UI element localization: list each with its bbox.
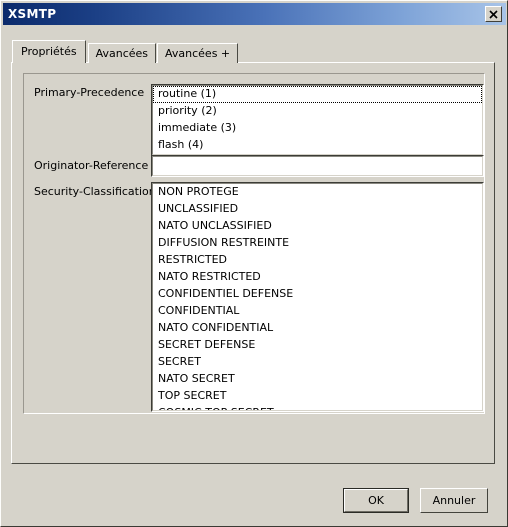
security-classification-listbox[interactable]: NON PROTEGE UNCLASSIFIED NATO UNCLASSIFI… [151,182,484,412]
originator-reference-label: Originator-Reference [34,159,149,172]
list-item[interactable]: priority (2) [153,103,482,120]
list-item[interactable]: NATO UNCLASSIFIED [153,218,482,235]
list-item[interactable]: CONFIDENTIAL [153,303,482,320]
cancel-button-label: Annuler [432,494,476,507]
list-item[interactable]: NATO SECRET [153,371,482,388]
tab-strip: Propriétés Avancées Avancées + [12,40,239,63]
primary-precedence-listbox[interactable]: routine (1) priority (2) immediate (3) f… [151,84,484,156]
originator-reference-field[interactable] [151,155,484,177]
tab-avancees[interactable]: Avancées [87,43,157,63]
list-item[interactable]: NON PROTEGE [153,184,482,201]
ok-button-face: OK [344,489,408,512]
window-title: XSMTP [8,7,57,21]
originator-reference-input[interactable] [153,157,482,175]
cancel-button[interactable]: Annuler [420,488,488,513]
close-button[interactable] [485,6,502,22]
list-item[interactable]: flash (4) [153,137,482,154]
list-item[interactable]: NATO RESTRICTED [153,269,482,286]
title-bar[interactable]: XSMTP [3,3,506,25]
list-item[interactable]: CONFIDENTIEL DEFENSE [153,286,482,303]
list-item[interactable]: immediate (3) [153,120,482,137]
list-item[interactable]: NATO CONFIDENTIAL [153,320,482,337]
close-icon [489,9,498,19]
list-item[interactable]: SECRET [153,354,482,371]
list-item[interactable]: routine (1) [153,86,482,103]
list-item[interactable]: UNCLASSIFIED [153,201,482,218]
list-item[interactable]: TOP SECRET [153,388,482,405]
security-classification-label: Security-Classification [34,185,156,198]
list-item[interactable]: COSMIC TOP SECRET [153,405,482,410]
list-item[interactable]: RESTRICTED [153,252,482,269]
ok-button-label: OK [368,494,384,507]
dialog-window: XSMTP Propriétés Avancées Avancées + Pri… [0,0,508,527]
tab-proprietes[interactable]: Propriétés [12,40,86,63]
tab-avancees-plus[interactable]: Avancées + [157,43,239,63]
primary-precedence-label: Primary-Precedence [34,86,145,99]
list-item[interactable]: DIFFUSION RESTREINTE [153,235,482,252]
ok-button[interactable]: OK [343,488,409,513]
list-item[interactable]: SECRET DEFENSE [153,337,482,354]
